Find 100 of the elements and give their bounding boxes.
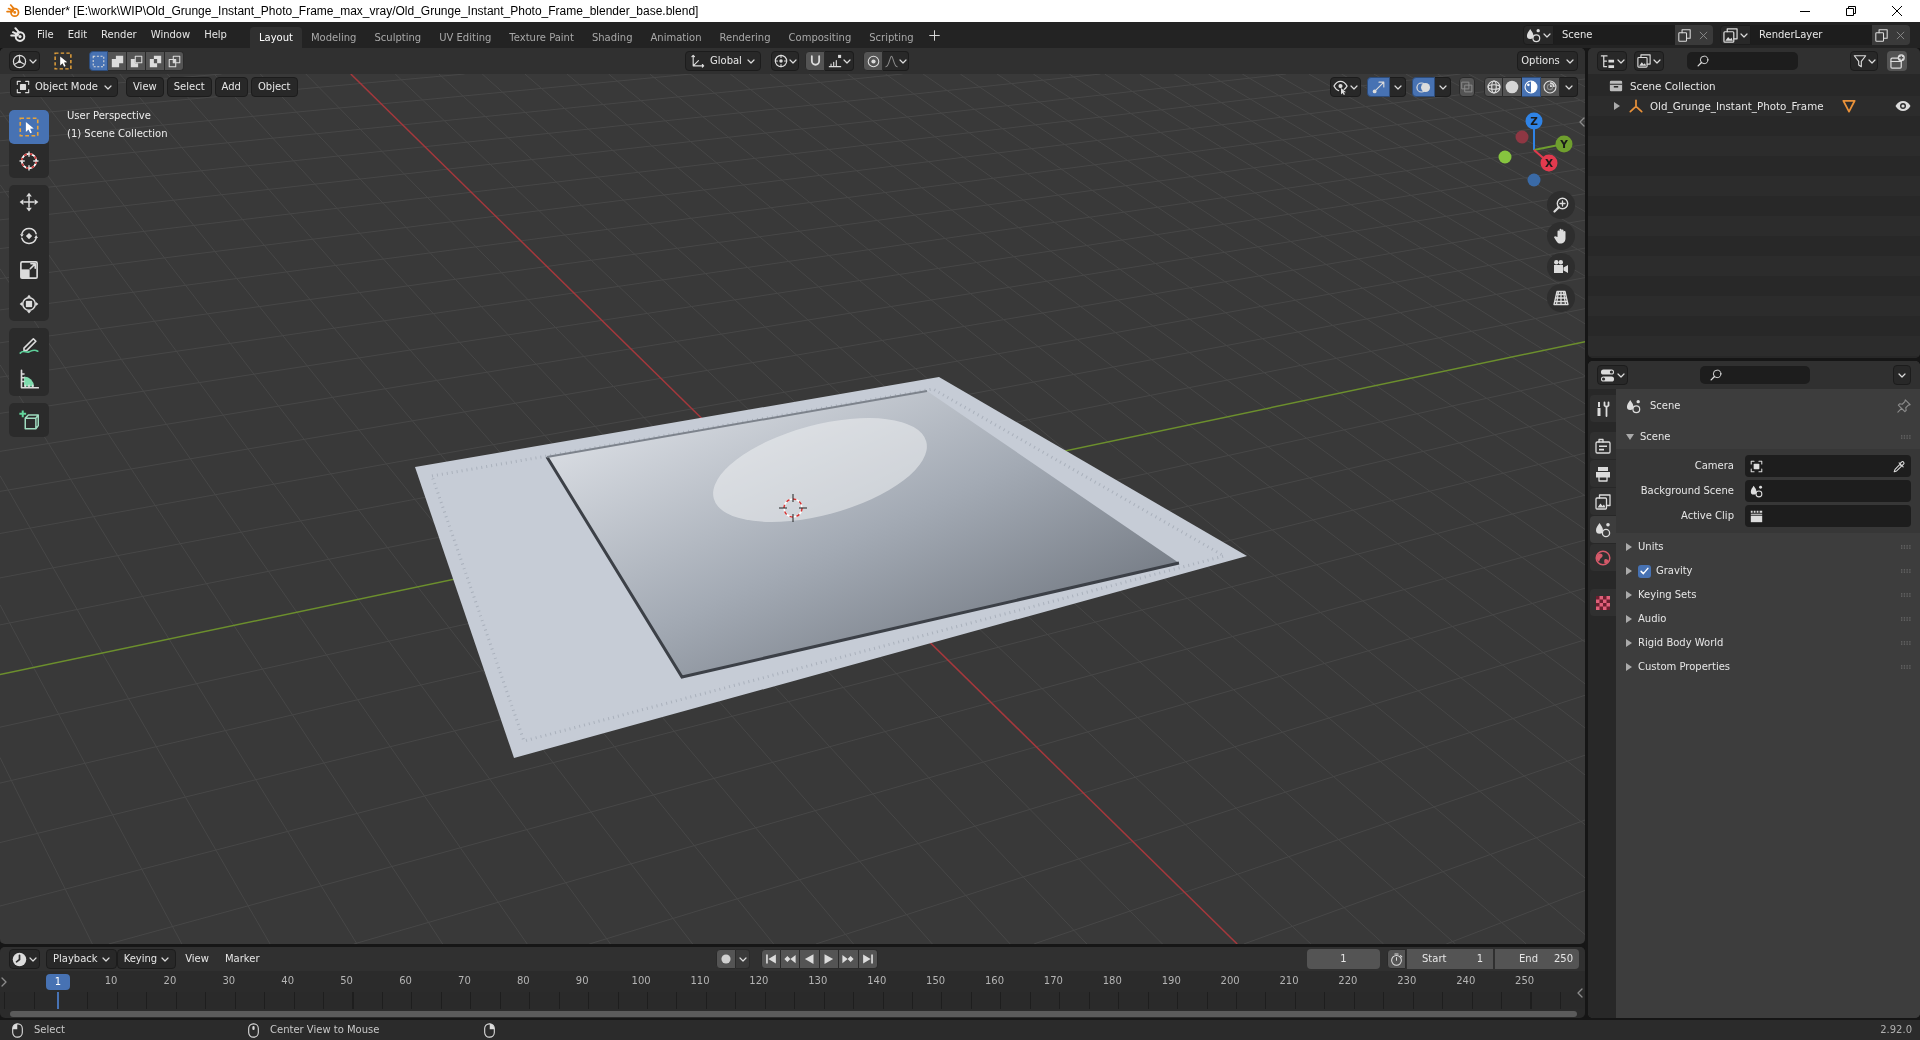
options-dropdown[interactable]: Options	[1517, 51, 1578, 71]
new-collection-button[interactable]	[1887, 51, 1907, 71]
header-menu[interactable]: View	[126, 77, 164, 97]
gizmo-toggle[interactable]	[1367, 77, 1390, 97]
menu-item[interactable]: Render	[94, 25, 144, 45]
proportional-editing-toggle[interactable]	[863, 51, 883, 71]
axis-handle[interactable]: Z	[1525, 112, 1543, 151]
menu-item[interactable]: Edit	[60, 25, 95, 45]
workspace-tab[interactable]: Texture Paint	[500, 27, 583, 48]
transform-orientation-dropdown[interactable]: Global	[685, 51, 761, 71]
duplicate-button[interactable]	[1675, 25, 1694, 45]
shading-mode-button[interactable]	[1541, 77, 1560, 97]
outliner-item[interactable]: Old_Grunge_Instant_Photo_Frame	[1650, 99, 1824, 113]
workspace-tab[interactable]: Rendering	[710, 27, 780, 48]
channels-toggle[interactable]	[1, 977, 7, 987]
pivot-point-dropdown[interactable]	[771, 51, 799, 71]
sidebar-toggle[interactable]	[1577, 988, 1583, 998]
selection-mode-button[interactable]	[165, 51, 184, 71]
data-block-field[interactable]	[1745, 505, 1911, 527]
workspace-tab[interactable]: Layout	[249, 27, 302, 48]
search-field[interactable]	[1700, 366, 1810, 384]
shading-mode-button[interactable]	[1503, 77, 1522, 97]
selection-mode-button[interactable]	[108, 51, 127, 71]
start-frame-field[interactable]: Start 1	[1407, 949, 1493, 969]
zoom-button[interactable]	[1547, 191, 1575, 219]
browse-button[interactable]	[1720, 25, 1751, 45]
selection-mode-button[interactable]	[127, 51, 146, 71]
negative-axis-handle[interactable]	[1527, 173, 1541, 187]
header-dropdown[interactable]: Keying	[116, 949, 177, 969]
properties-tab[interactable]	[1590, 395, 1616, 422]
header-menu[interactable]: View	[178, 949, 216, 969]
camera-view-button[interactable]	[1547, 253, 1575, 281]
current-frame-field[interactable]: 1	[1307, 949, 1380, 969]
filter-dropdown[interactable]	[1850, 51, 1878, 71]
header-dropdown[interactable]: Playback	[46, 949, 117, 969]
properties-tab[interactable]	[1590, 460, 1616, 487]
sidebar-toggle[interactable]	[1578, 117, 1585, 127]
view-layer-field[interactable]: RenderLayer	[1751, 25, 1872, 45]
jump-to-start-button[interactable]	[761, 949, 781, 969]
keying-options-dropdown[interactable]	[736, 949, 750, 969]
workspace-tab[interactable]: Modeling	[301, 27, 366, 48]
snap-target-dropdown[interactable]	[825, 51, 854, 71]
scene-field[interactable]: Scene	[1554, 25, 1675, 45]
properties-tab[interactable]	[1590, 488, 1616, 515]
editor-type-dropdown[interactable]	[9, 949, 40, 969]
falloff-dropdown[interactable]	[883, 51, 909, 71]
workspace-tab[interactable]: Sculpting	[365, 27, 431, 48]
workspace-tab[interactable]: UV Editing	[430, 27, 501, 48]
selection-mode-button[interactable]	[89, 51, 108, 71]
perspective-toggle-button[interactable]	[1547, 284, 1575, 312]
data-block-field[interactable]	[1745, 480, 1911, 502]
panel-header[interactable]: Units	[1626, 535, 1911, 559]
next-keyframe-button[interactable]	[839, 949, 859, 969]
panel-header[interactable]: Audio	[1626, 607, 1911, 631]
preview-range-toggle[interactable]	[1387, 949, 1406, 969]
properties-tab[interactable]	[1590, 516, 1616, 543]
workspace-tab[interactable]: Animation	[641, 27, 711, 48]
play-reverse-button[interactable]	[800, 949, 820, 969]
outliner-item[interactable]: Scene Collection	[1630, 79, 1716, 93]
panel-header[interactable]: Rigid Body World	[1626, 631, 1911, 655]
editor-type-dropdown[interactable]	[1597, 51, 1627, 71]
pin-toggle[interactable]	[1897, 399, 1911, 413]
previous-keyframe-button[interactable]	[780, 949, 800, 969]
workspace-tab[interactable]: Compositing	[779, 27, 861, 48]
workspace-tab[interactable]: Shading	[582, 27, 642, 48]
tool-button[interactable]	[9, 110, 49, 144]
properties-tab[interactable]	[1590, 432, 1616, 459]
negative-axis-handle[interactable]	[1498, 150, 1512, 164]
play-button[interactable]	[819, 949, 839, 969]
shading-options-dropdown[interactable]	[1560, 77, 1578, 97]
snap-toggle[interactable]	[805, 51, 825, 71]
panel-header[interactable]: Gravity	[1626, 559, 1911, 583]
display-mode-dropdown[interactable]	[1634, 51, 1664, 71]
panel-header[interactable]: Custom Properties	[1626, 655, 1911, 679]
overlay-options-dropdown[interactable]	[1435, 77, 1451, 97]
disclosure-toggle[interactable]	[1614, 102, 1620, 110]
axis-handle[interactable]: Y	[1533, 135, 1573, 153]
negative-axis-handle[interactable]	[1515, 130, 1529, 144]
selectability-dropdown[interactable]	[1330, 77, 1361, 97]
header-menu[interactable]: Select	[166, 77, 212, 97]
auto-keying-toggle[interactable]	[716, 949, 736, 969]
visibility-toggle[interactable]	[1895, 98, 1911, 114]
duplicate-button[interactable]	[1872, 25, 1891, 45]
editor-type-dropdown[interactable]	[1597, 365, 1628, 385]
shading-mode-button[interactable]	[1522, 77, 1541, 97]
active-tool-button[interactable]	[52, 50, 73, 72]
menu-item[interactable]: Help	[197, 25, 234, 45]
editor-type-dropdown[interactable]	[9, 51, 40, 71]
data-block-field[interactable]	[1745, 455, 1911, 477]
header-menu[interactable]: Marker	[217, 949, 267, 969]
checkbox[interactable]	[1638, 564, 1651, 578]
gizmo-options-dropdown[interactable]	[1390, 77, 1406, 97]
shading-mode-button[interactable]	[1484, 77, 1503, 97]
playhead[interactable]: 1	[46, 974, 70, 990]
end-frame-field[interactable]: End 250	[1495, 949, 1579, 969]
workspace-tab[interactable]: Scripting	[860, 27, 923, 48]
header-menu[interactable]: Object	[250, 77, 298, 97]
menu-item[interactable]: Window	[143, 25, 198, 45]
header-menu[interactable]: Add	[214, 77, 248, 97]
remove-button[interactable]	[1891, 25, 1910, 45]
